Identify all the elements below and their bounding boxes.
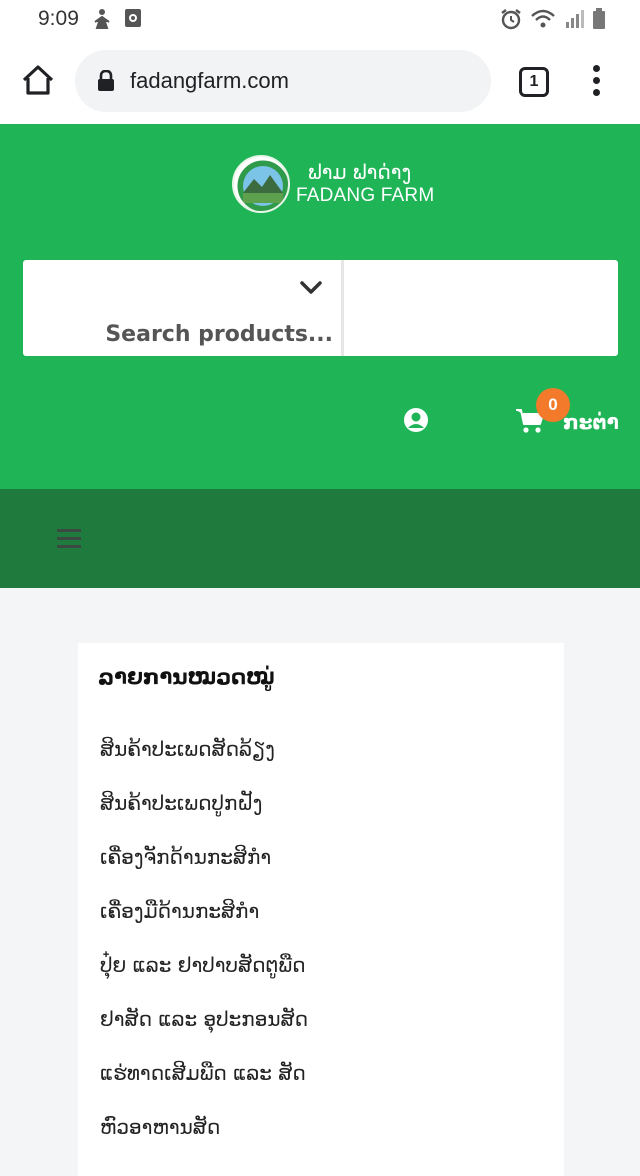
url-text: fadangfarm.com <box>130 68 289 93</box>
lock-icon <box>98 70 114 91</box>
logo-lao-text: ຟາມ ຟາດ່າງ <box>308 160 412 184</box>
category-link[interactable]: ຫົວອາຫານສັດ <box>100 1113 308 1167</box>
person-walking-icon <box>94 9 110 29</box>
category-link[interactable]: ສິນຄ້າປະເພດປູກຝັງ <box>100 789 308 843</box>
status-time: 9:09 <box>38 7 79 30</box>
media-icon <box>125 9 141 27</box>
home-icon[interactable] <box>20 62 56 98</box>
search-divider <box>341 260 344 356</box>
status-bar: 9:09 <box>0 0 640 40</box>
category-link[interactable]: ແຮ່ທາດເສີມພືດ ແລະ ສັດ <box>100 1059 308 1113</box>
categories-title: ລາຍການໝວດໝູ່ <box>98 665 275 689</box>
address-bar[interactable]: fadangfarm.com <box>75 50 491 112</box>
category-link[interactable]: ສິນຄ້າປະເພດສັດລ້ຽງ <box>100 735 308 789</box>
signal-icon <box>566 10 584 28</box>
logo-en-text: FADANG FARM <box>296 185 435 206</box>
category-link[interactable]: ປຸ໋ຍ ແລະ ຢາປາບສັດຕູພືດ <box>100 951 308 1005</box>
hamburger-icon[interactable] <box>57 529 81 549</box>
category-link[interactable]: ຢາສັດ ແລະ ອຸປະກອນສັດ <box>100 1005 308 1059</box>
battery-icon <box>593 8 605 29</box>
alarm-icon <box>501 9 521 30</box>
tab-switcher-button[interactable]: 1 <box>519 67 549 97</box>
account-icon[interactable] <box>403 407 429 433</box>
category-link[interactable]: ເຄື່ອງຈັກດ້ານກະສິກຳ <box>100 843 308 897</box>
browser-toolbar: fadangfarm.com 1 <box>0 40 640 124</box>
status-icons-left <box>92 8 142 30</box>
cart-label[interactable]: ກະຕ່າ <box>563 410 619 434</box>
nav-band <box>0 489 640 588</box>
categories-widget: ລາຍການໝວດໝູ່ ສິນຄ້າປະເພດສັດລ້ຽງ ສິນຄ້າປະ… <box>78 643 564 1176</box>
site-logo[interactable]: ຟາມ ຟາດ່າງ FADANG FARM <box>232 155 434 213</box>
site-header: ຟາມ ຟາດ່າງ FADANG FARM 0 ກະຕ່າ <box>0 124 640 489</box>
logo-emblem-icon <box>234 157 288 211</box>
status-icons-right <box>500 8 606 30</box>
search-box <box>23 260 618 356</box>
logo-badge <box>232 155 290 213</box>
wifi-icon <box>531 9 555 28</box>
menu-dots-icon[interactable] <box>588 65 604 99</box>
logo-text: ຟາມ ຟາດ່າງ FADANG FARM <box>296 160 434 208</box>
categories-list: ສິນຄ້າປະເພດສັດລ້ຽງ ສິນຄ້າປະເພດປູກຝັງ ເຄື… <box>100 735 308 1167</box>
category-link[interactable]: ເຄື່ອງມືດ້ານກະສິກຳ <box>100 897 308 951</box>
search-input[interactable] <box>33 322 333 347</box>
chevron-down-icon[interactable] <box>299 280 323 296</box>
